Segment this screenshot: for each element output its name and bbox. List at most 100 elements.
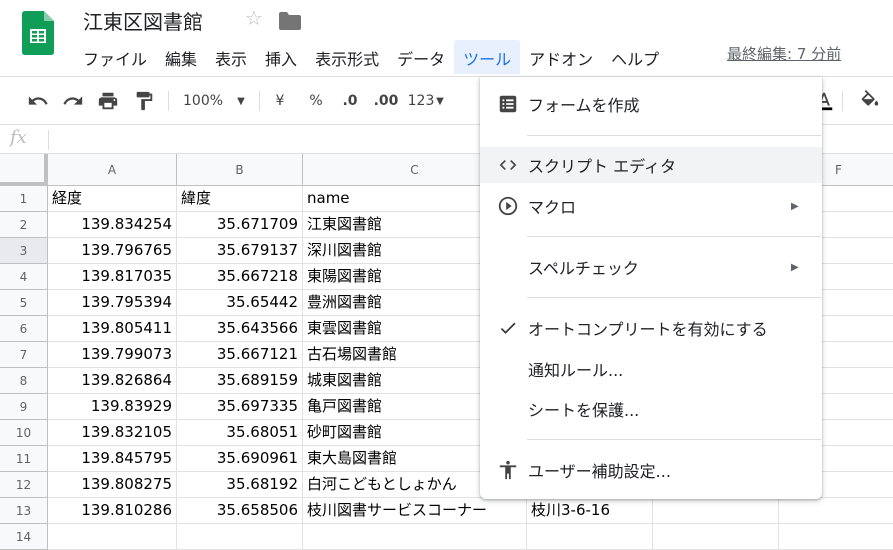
cell-a7[interactable]: 139.799073 (48, 342, 177, 368)
folder-icon[interactable] (279, 12, 301, 30)
cell-b8[interactable]: 35.689159 (177, 368, 303, 394)
cell-b1[interactable]: 緯度 (177, 186, 303, 212)
cell-b9[interactable]: 35.697335 (177, 394, 303, 420)
menu-divider (527, 439, 821, 440)
cell-c14[interactable] (303, 524, 527, 550)
menu-edit[interactable]: 編集 (156, 40, 206, 74)
cell-a3[interactable]: 139.796765 (48, 238, 177, 264)
cell-a4[interactable]: 139.817035 (48, 264, 177, 290)
cell-b5[interactable]: 35.65442 (177, 290, 303, 316)
menu-item-spelling[interactable]: スペルチェック ▶ (480, 249, 822, 285)
more-formats-button[interactable]: 123 (408, 89, 435, 113)
cell-b10[interactable]: 35.68051 (177, 420, 303, 446)
column-header-b[interactable]: B (177, 154, 303, 186)
row-header[interactable]: 11 (0, 446, 48, 472)
cell-a11[interactable]: 139.845795 (48, 446, 177, 472)
cell-e14[interactable] (653, 524, 779, 550)
sheets-logo-icon[interactable] (22, 11, 54, 55)
row-header[interactable]: 6 (0, 316, 48, 342)
menu-insert[interactable]: 挿入 (256, 40, 306, 74)
cell-b12[interactable]: 35.68192 (177, 472, 303, 498)
menu-item-macros[interactable]: マクロ ▶ (480, 188, 822, 224)
last-edit-link[interactable]: 最終編集: 7 分前 (727, 43, 841, 64)
accessibility-icon (496, 458, 520, 482)
currency-format-button[interactable]: ¥ (272, 89, 288, 113)
cell-a2[interactable]: 139.834254 (48, 212, 177, 238)
cell-b7[interactable]: 35.667121 (177, 342, 303, 368)
toolbar-divider (842, 91, 843, 111)
cell-b13[interactable]: 35.658506 (177, 498, 303, 524)
row-header[interactable]: 5 (0, 290, 48, 316)
cell-a5[interactable]: 139.795394 (48, 290, 177, 316)
cell-a9[interactable]: 139.83929 (48, 394, 177, 420)
menu-addons[interactable]: アドオン (520, 40, 602, 74)
menu-format[interactable]: 表示形式 (306, 40, 388, 74)
menubar: ファイル 編集 表示 挿入 表示形式 データ ツール アドオン ヘルプ (74, 40, 668, 74)
increase-decimal-button[interactable]: .00 (372, 89, 400, 113)
cell-b11[interactable]: 35.690961 (177, 446, 303, 472)
row-header[interactable]: 13 (0, 498, 48, 524)
row-header[interactable]: 4 (0, 264, 48, 290)
undo-icon[interactable] (26, 89, 50, 113)
menu-help[interactable]: ヘルプ (602, 40, 668, 74)
menu-tools[interactable]: ツール (454, 40, 521, 74)
cell-a12[interactable]: 139.808275 (48, 472, 177, 498)
cell-b3[interactable]: 35.679137 (177, 238, 303, 264)
redo-icon[interactable] (61, 89, 85, 113)
toolbar-divider (168, 91, 169, 111)
cell-f13[interactable] (779, 498, 893, 524)
cell-d14[interactable] (527, 524, 653, 550)
menu-item-accessibility[interactable]: ユーザー補助設定... (480, 452, 822, 488)
cell-a8[interactable]: 139.826864 (48, 368, 177, 394)
star-icon[interactable]: ☆ (245, 6, 263, 30)
fx-icon: fx (10, 127, 27, 148)
menu-file[interactable]: ファイル (74, 40, 156, 74)
cell-f14[interactable] (779, 524, 893, 550)
cell-a6[interactable]: 139.805411 (48, 316, 177, 342)
menu-view[interactable]: 表示 (206, 40, 256, 74)
print-icon[interactable] (96, 89, 120, 113)
cell-a10[interactable]: 139.832105 (48, 420, 177, 446)
more-formats-dropdown-icon[interactable]: ▼ (434, 89, 446, 113)
menu-item-label: スクリプト エディタ (528, 157, 676, 176)
cell-c13[interactable]: 枝川図書サービスコーナー (303, 498, 527, 524)
menu-item-script-editor[interactable]: スクリプト エディタ (480, 147, 822, 183)
paint-format-icon[interactable] (132, 89, 156, 113)
column-header-a[interactable]: A (48, 154, 177, 186)
cell-a13[interactable]: 139.810286 (48, 498, 177, 524)
cell-b4[interactable]: 35.667218 (177, 264, 303, 290)
menu-item-label: フォームを作成 (528, 96, 640, 115)
cell-b2[interactable]: 35.671709 (177, 212, 303, 238)
menu-item-protect-sheet[interactable]: シートを保護... (480, 391, 822, 427)
document-title[interactable]: 江東区図書館 (83, 6, 203, 35)
zoom-dropdown-icon[interactable]: ▼ (234, 89, 248, 113)
play-circle-icon (496, 194, 520, 218)
row-header[interactable]: 9 (0, 394, 48, 420)
cell-d13[interactable]: 枝川3-6-16 (527, 498, 653, 524)
row-header[interactable]: 14 (0, 524, 48, 550)
menu-divider (527, 297, 821, 298)
zoom-select[interactable]: 100% (183, 89, 223, 113)
menu-divider (527, 236, 821, 237)
row-header[interactable]: 10 (0, 420, 48, 446)
menu-item-notification-rules[interactable]: 通知ルール... (480, 351, 822, 387)
row-header[interactable]: 12 (0, 472, 48, 498)
cell-b14[interactable] (177, 524, 303, 550)
fill-color-icon[interactable] (858, 89, 882, 113)
row-header[interactable]: 8 (0, 368, 48, 394)
cell-e13[interactable] (653, 498, 779, 524)
row-header[interactable]: 3 (0, 238, 48, 264)
select-all-corner[interactable] (0, 154, 48, 186)
submenu-arrow-icon: ▶ (791, 200, 799, 212)
row-header[interactable]: 1 (0, 186, 48, 212)
menu-data[interactable]: データ (388, 40, 454, 74)
cell-a14[interactable] (48, 524, 177, 550)
percent-format-button[interactable]: % (306, 89, 326, 113)
row-header[interactable]: 2 (0, 212, 48, 238)
row-header[interactable]: 7 (0, 342, 48, 368)
cell-a1[interactable]: 経度 (48, 186, 177, 212)
decrease-decimal-button[interactable]: .0 (338, 89, 362, 113)
menu-item-create-form[interactable]: フォームを作成 (480, 86, 822, 122)
menu-item-autocomplete[interactable]: オートコンプリートを有効にする (480, 310, 822, 346)
cell-b6[interactable]: 35.643566 (177, 316, 303, 342)
